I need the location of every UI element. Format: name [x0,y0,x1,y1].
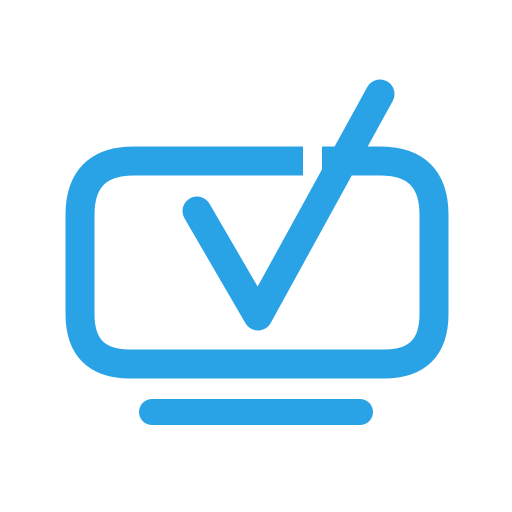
monitor-checkmark-icon [65,79,449,425]
checkmark-icon [182,79,395,331]
app-icon-canvas [0,0,512,512]
monitor-frame [65,146,449,379]
